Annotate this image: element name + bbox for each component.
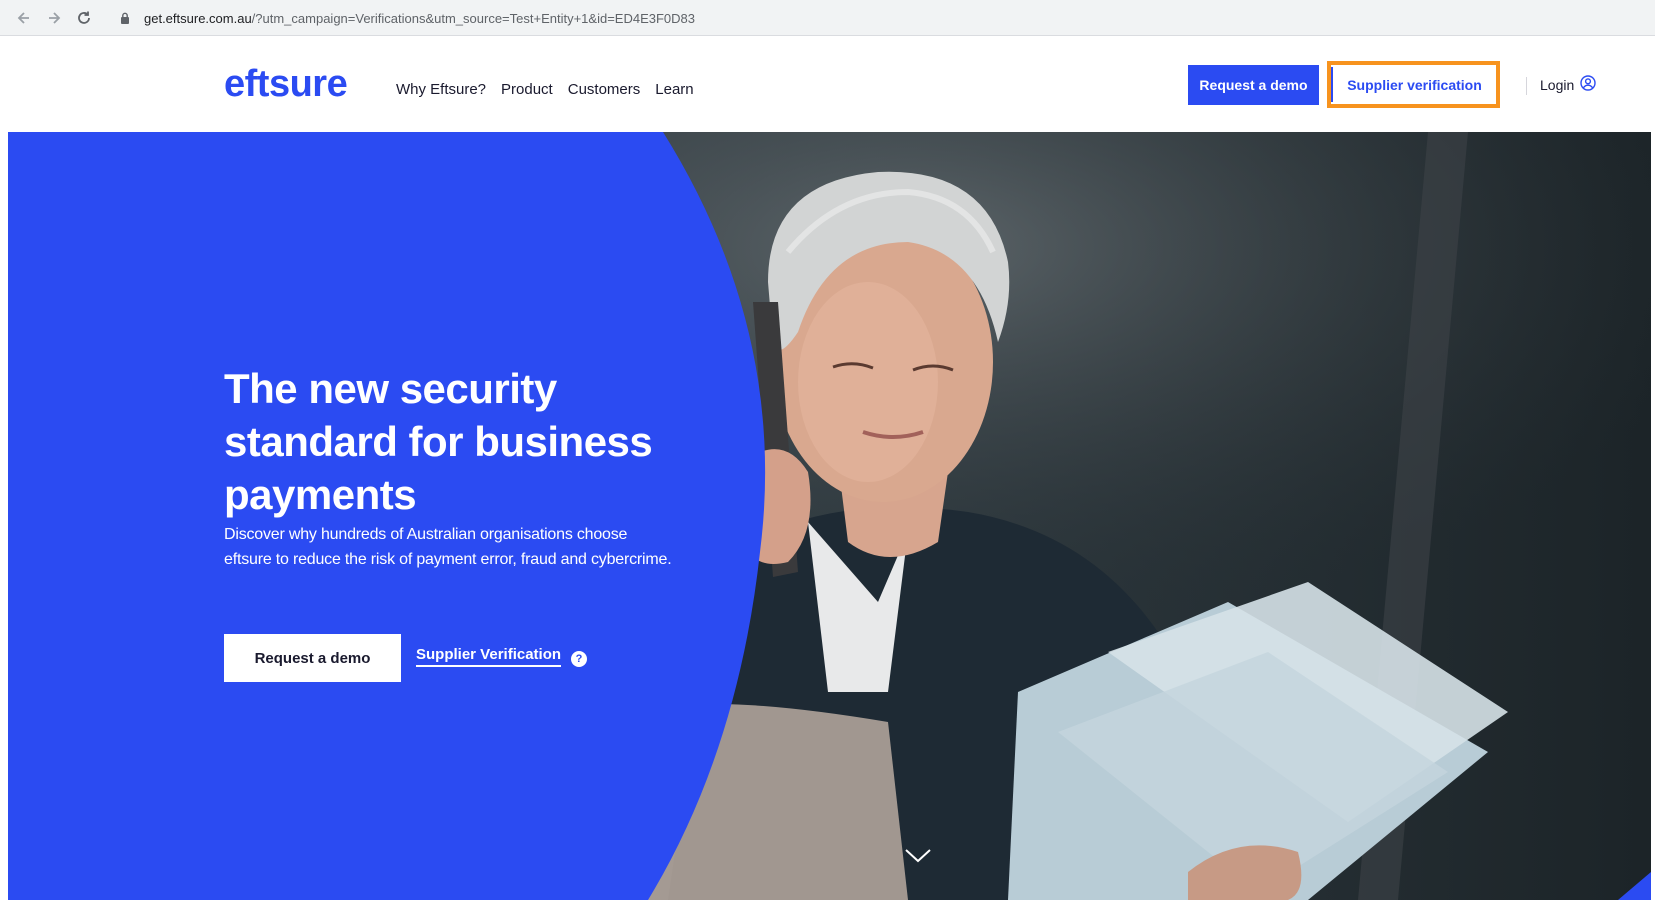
login-label: Login	[1540, 76, 1575, 93]
hero-section: The new security standard for business p…	[8, 132, 1651, 900]
forward-icon[interactable]	[42, 6, 66, 30]
eftsure-logo[interactable]: eftsure	[224, 63, 348, 106]
nav-item-customers[interactable]: Customers	[568, 81, 641, 98]
nav-item-why-eftsure[interactable]: Why Eftsure?	[396, 81, 486, 98]
url-host: get.eftsure.com.au	[144, 10, 252, 26]
supplier-verification-label: Supplier verification	[1331, 67, 1496, 102]
hero-title: The new security standard for business p…	[224, 365, 653, 518]
scroll-down-chevron-icon[interactable]	[903, 847, 933, 865]
browser-toolbar: get.eftsure.com.au/?utm_campaign=Verific…	[0, 0, 1655, 36]
site-header: eftsure Why Eftsure? Product Customers L…	[8, 37, 1651, 132]
main-nav: Why Eftsure? Product Customers Learn	[396, 81, 694, 98]
supplier-verification-button[interactable]: Supplier verification	[1327, 61, 1500, 108]
nav-item-learn[interactable]: Learn	[655, 81, 693, 98]
login-link[interactable]: Login	[1540, 75, 1596, 94]
request-demo-button[interactable]: Request a demo	[1188, 65, 1319, 105]
hero-request-demo-button[interactable]: Request a demo	[224, 634, 401, 682]
lock-icon	[120, 11, 134, 25]
hero-supplier-verification-link[interactable]: Supplier Verification ?	[416, 646, 588, 667]
corner-accent	[1618, 872, 1651, 900]
nav-item-product[interactable]: Product	[501, 81, 553, 98]
hero-supplier-verification-label: Supplier Verification	[416, 646, 562, 667]
back-icon[interactable]	[12, 6, 36, 30]
user-icon	[1580, 75, 1596, 94]
help-icon[interactable]: ?	[571, 650, 588, 667]
web-page: eftsure Why Eftsure? Product Customers L…	[8, 37, 1651, 900]
reload-icon[interactable]	[72, 6, 96, 30]
hero-subtitle: Discover why hundreds of Australian orga…	[224, 526, 672, 568]
url-path: /?utm_campaign=Verifications&utm_source=…	[251, 10, 696, 26]
nav-divider	[1526, 77, 1527, 95]
address-bar[interactable]: get.eftsure.com.au/?utm_campaign=Verific…	[108, 5, 1643, 31]
